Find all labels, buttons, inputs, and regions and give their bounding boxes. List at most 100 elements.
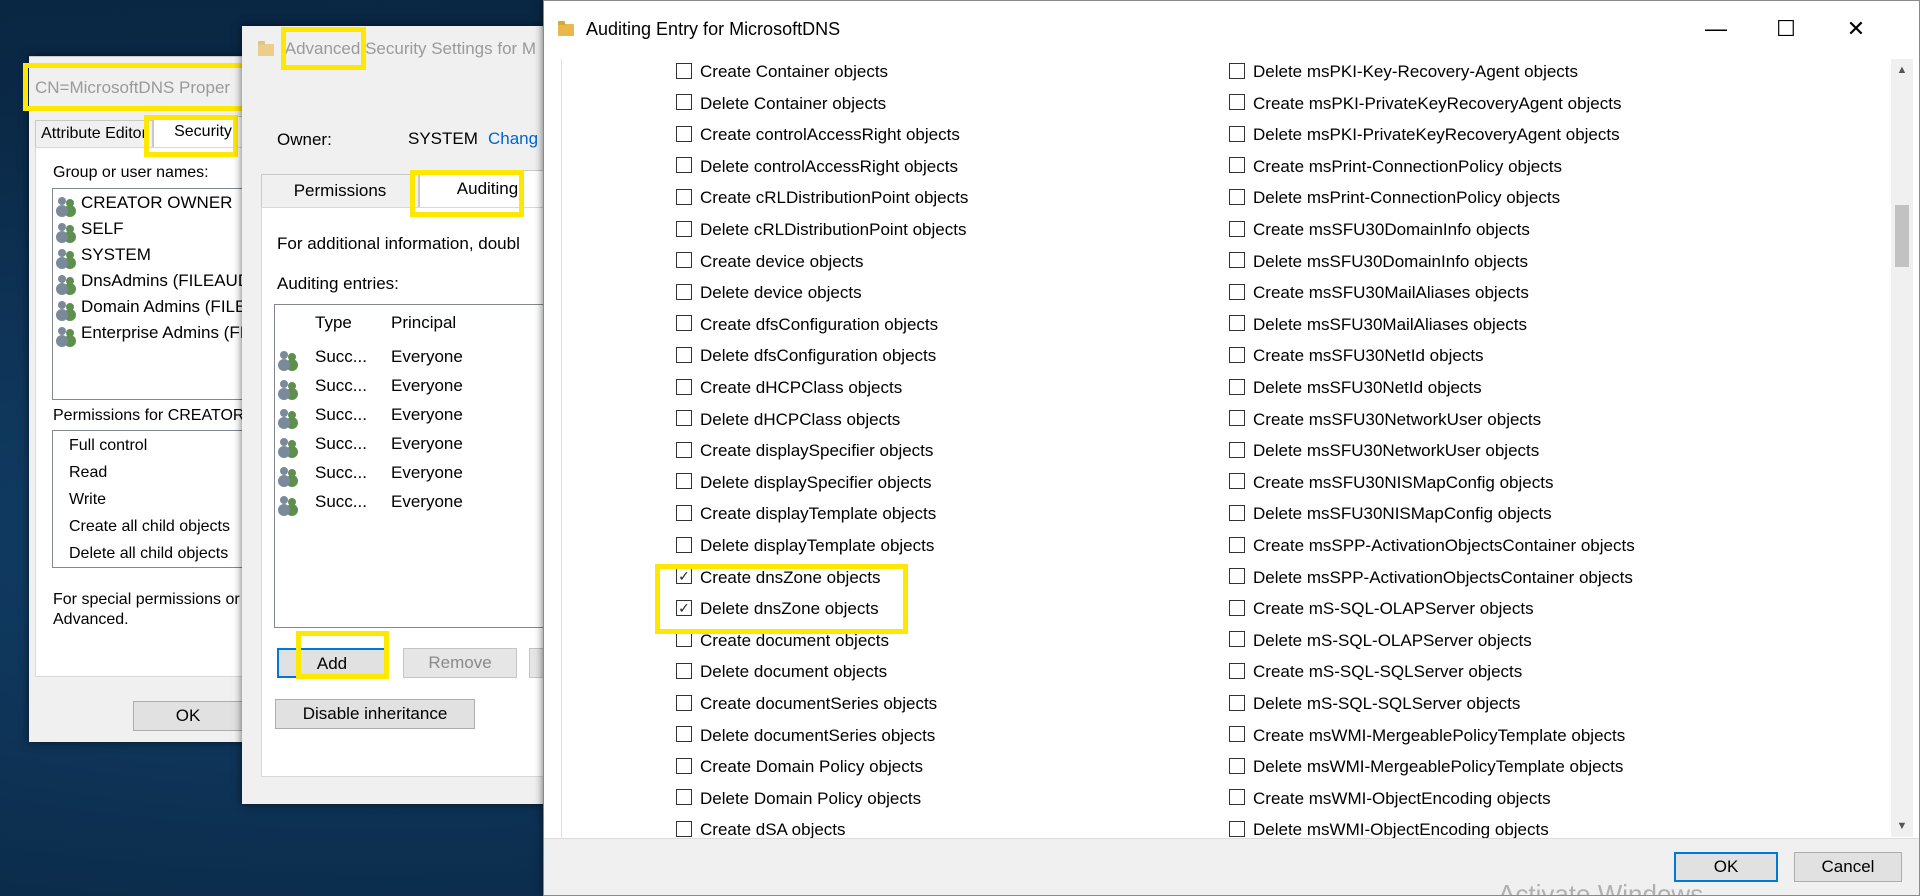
checkbox[interactable] [1229,188,1245,205]
checkbox[interactable] [676,441,692,458]
checkbox[interactable] [1229,820,1245,837]
checkbox[interactable] [676,757,692,774]
checkbox[interactable] [1229,757,1245,774]
permission-checkbox-row[interactable]: Delete dfsConfiguration objects [676,340,936,371]
table-row[interactable]: Succ... Everyone [279,347,463,367]
checkbox[interactable] [1229,252,1245,269]
checkbox[interactable] [676,188,692,205]
permission-checkbox-row[interactable]: Create dHCPClass objects [676,372,902,403]
close-icon[interactable]: ✕ [1821,1,1891,59]
disable-inheritance-button[interactable]: Disable inheritance [275,699,475,729]
scroll-up-icon[interactable]: ▲ [1891,59,1913,81]
permission-checkbox-row[interactable]: Create mS-SQL-SQLServer objects [1229,656,1522,687]
list-item[interactable]: SYSTEM [57,245,151,265]
cancel-button[interactable]: Cancel [1794,852,1902,882]
checkbox[interactable] [1229,504,1245,521]
list-item[interactable]: SELF [57,219,124,239]
permission-checkbox-row[interactable]: Delete documentSeries objects [676,720,935,751]
permission-checkbox-row[interactable]: Create msPrint-ConnectionPolicy objects [1229,151,1562,182]
permission-checkbox-row[interactable]: Delete mS-SQL-OLAPServer objects [1229,625,1532,656]
permission-checkbox-row[interactable]: Delete msSFU30MailAliases objects [1229,309,1527,340]
permission-checkbox-row[interactable]: Delete dHCPClass objects [676,404,900,435]
list-item[interactable]: DnsAdmins (FILEAUD [57,271,250,291]
permission-checkbox-row[interactable]: Create msPKI-PrivateKeyRecoveryAgent obj… [1229,88,1622,119]
checkbox[interactable] [1229,157,1245,174]
checkbox[interactable] [1229,283,1245,300]
permission-checkbox-row[interactable]: Create Container objects [676,59,888,87]
permission-checkbox-row[interactable]: Create msSFU30MailAliases objects [1229,277,1529,308]
checkbox[interactable] [676,726,692,743]
permission-checkbox-row[interactable]: Delete Container objects [676,88,886,119]
checkbox[interactable] [676,662,692,679]
permission-checkbox-row[interactable]: Create msWMI-ObjectEncoding objects [1229,783,1551,814]
permission-checkbox-row[interactable]: Create msWMI-MergeablePolicyTemplate obj… [1229,720,1625,751]
list-item[interactable]: CREATOR OWNER [57,193,232,213]
checkbox[interactable] [1229,473,1245,490]
permission-checkbox-row[interactable]: Create documentSeries objects [676,688,937,719]
permission-checkbox-row[interactable]: Create dfsConfiguration objects [676,309,938,340]
permission-checkbox-row[interactable]: Create dSA objects [676,814,846,839]
tab-permissions[interactable]: Permissions [261,174,419,208]
permission-checkbox-row[interactable]: Delete msSPP-ActivationObjectsContainer … [1229,562,1633,593]
table-row[interactable]: Succ... Everyone [279,463,463,483]
table-row[interactable]: Succ... Everyone [279,405,463,425]
checkbox[interactable] [1229,125,1245,142]
scroll-down-icon[interactable]: ▼ [1891,815,1913,837]
permission-checkbox-row[interactable]: Delete msSFU30NISMapConfig objects [1229,498,1552,529]
permission-checkbox-row[interactable]: Delete document objects [676,656,887,687]
permission-checkbox-row[interactable]: Delete displayTemplate objects [676,530,934,561]
checkbox[interactable] [1229,536,1245,553]
checkbox[interactable] [676,62,692,79]
checkbox[interactable] [676,125,692,142]
scrollbar-thumb[interactable] [1895,205,1909,267]
checkbox[interactable] [676,410,692,427]
checkbox[interactable] [1229,726,1245,743]
checkbox[interactable] [676,694,692,711]
permission-checkbox-row[interactable]: Delete msSFU30NetId objects [1229,372,1482,403]
permission-checkbox-row[interactable]: Create msSFU30NISMapConfig objects [1229,467,1553,498]
permission-checkbox-row[interactable]: Create controlAccessRight objects [676,119,960,150]
tab-attribute-editor[interactable]: Attribute Editor [35,120,153,148]
checkbox[interactable] [1229,568,1245,585]
checkbox[interactable] [676,378,692,395]
checkbox[interactable] [676,504,692,521]
permission-checkbox-row[interactable]: Delete msPKI-PrivateKeyRecoveryAgent obj… [1229,119,1620,150]
user-list[interactable]: CREATOR OWNER SELF SYSTEM DnsAdmins (FIL… [52,188,261,400]
permission-checkbox-row[interactable]: Create displayTemplate objects [676,498,936,529]
permission-checkbox-row[interactable]: Delete msSFU30NetworkUser objects [1229,435,1539,466]
checkbox[interactable] [1229,410,1245,427]
remove-button[interactable]: Remove [403,648,517,678]
checkbox[interactable] [676,283,692,300]
ok-button[interactable]: OK [133,701,243,731]
checkbox[interactable] [1229,631,1245,648]
permission-checkbox-row[interactable]: Create mS-SQL-OLAPServer objects [1229,593,1534,624]
checkbox[interactable] [676,789,692,806]
permission-checkbox-row[interactable]: Create msSFU30NetId objects [1229,340,1484,371]
owner-change-link[interactable]: Chang [488,129,538,149]
auditing-entries-table[interactable]: Type Principal Succ... Everyone Succ... Eve… [274,304,556,628]
checkbox[interactable] [1229,220,1245,237]
maximize-icon[interactable]: ☐ [1751,1,1821,59]
permission-checkbox-row[interactable]: Create Domain Policy objects [676,751,923,782]
checkbox[interactable] [1229,378,1245,395]
checkbox[interactable] [676,315,692,332]
permission-checkbox-row[interactable]: Create cRLDistributionPoint objects [676,182,968,213]
table-row[interactable]: Succ... Everyone [279,376,463,396]
checkbox[interactable] [676,94,692,111]
permission-checkbox-row[interactable]: Delete device objects [676,277,862,308]
checkbox[interactable] [1229,62,1245,79]
permission-checkbox-row[interactable]: Delete msWMI-ObjectEncoding objects [1229,814,1549,839]
minimize-icon[interactable]: — [1681,1,1751,59]
permission-checkbox-row[interactable]: Create msSPP-ActivationObjectsContainer … [1229,530,1635,561]
table-row[interactable]: Succ... Everyone [279,492,463,512]
checkbox[interactable] [676,157,692,174]
ok-button[interactable]: OK [1674,852,1778,882]
checkbox[interactable] [676,536,692,553]
permission-checkbox-row[interactable]: Delete controlAccessRight objects [676,151,958,182]
table-row[interactable]: Succ... Everyone [279,434,463,454]
checkbox[interactable] [1229,346,1245,363]
checkbox[interactable] [676,820,692,837]
permission-checkbox-row[interactable]: Delete msPKI-Key-Recovery-Agent objects [1229,59,1578,87]
permission-checkbox-row[interactable]: Delete mS-SQL-SQLServer objects [1229,688,1520,719]
permission-checkbox-row[interactable]: Create displaySpecifier objects [676,435,933,466]
